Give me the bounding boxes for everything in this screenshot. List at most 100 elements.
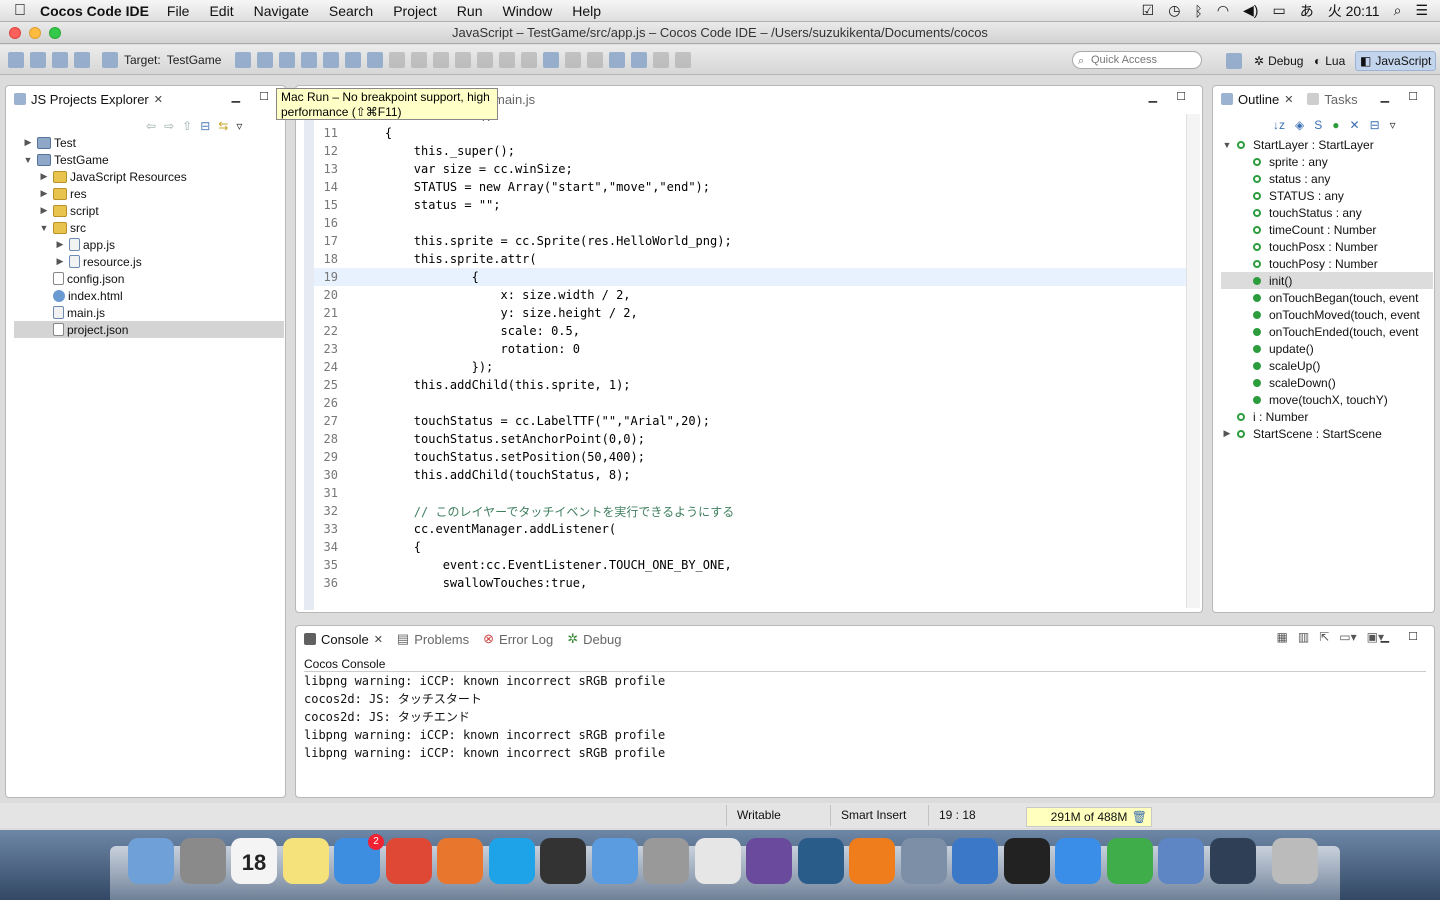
perspective-debug[interactable]: ✲ Debug <box>1250 51 1307 71</box>
print-icon[interactable] <box>74 51 90 68</box>
scroll-lock-icon[interactable]: ▥ <box>1298 630 1309 644</box>
volume-icon[interactable]: ◀) <box>1243 2 1258 19</box>
dock-preview-icon[interactable] <box>1158 838 1204 884</box>
save-all-icon[interactable] <box>52 51 68 68</box>
code-line[interactable]: 12 this._super(); <box>314 142 1194 160</box>
perspective-javascript[interactable]: ◧ JavaScript <box>1355 51 1437 71</box>
tree-item[interactable]: ▶ app.js <box>14 236 284 253</box>
code-line[interactable]: 33 cc.eventManager.addListener( <box>314 520 1194 538</box>
forward-nav-icon[interactable]: ⇨ <box>164 119 174 133</box>
code-line[interactable]: 22 scale: 0.5, <box>314 322 1194 340</box>
outline-item[interactable]: i : Number <box>1221 408 1433 425</box>
menu-edit[interactable]: Edit <box>209 3 233 19</box>
outline-item[interactable]: move(touchX, touchY) <box>1221 391 1433 408</box>
build-icon[interactable] <box>279 51 296 68</box>
hide-fields-icon[interactable]: ◈ <box>1295 118 1304 132</box>
tools-icon[interactable] <box>367 51 384 68</box>
suspend-icon[interactable] <box>477 51 494 68</box>
debug-run-icon[interactable] <box>257 51 274 68</box>
expand-arrow-icon[interactable]: ▶ <box>1221 428 1233 439</box>
outline-item[interactable]: update() <box>1221 340 1433 357</box>
expand-arrow-icon[interactable]: ▶ <box>38 205 50 216</box>
expand-arrow-icon[interactable]: ▼ <box>1221 140 1233 150</box>
runtime-icon[interactable] <box>102 51 118 68</box>
dock-crystal-icon[interactable] <box>900 838 947 884</box>
dock-xcode-instruments-icon[interactable] <box>591 838 638 884</box>
up-nav-icon[interactable]: ⇧ <box>182 119 192 133</box>
dock-skype-icon[interactable] <box>488 838 535 884</box>
expand-arrow-icon[interactable]: ▶ <box>38 188 50 199</box>
tab-console[interactable]: Console ✕ <box>304 632 383 647</box>
code-line[interactable]: 20 x: size.width / 2, <box>314 286 1194 304</box>
input-method-icon[interactable]: あ <box>1300 1 1314 21</box>
tree-item[interactable]: ▶ res <box>14 185 284 202</box>
dock-cocos-ide-icon[interactable] <box>952 838 998 884</box>
code-line[interactable]: 30 this.addChild(touchStatus, 8); <box>314 466 1194 484</box>
outline-min-max[interactable]: ▁ ☐ <box>1381 90 1426 103</box>
code-line[interactable]: 32 // このレイヤーでタッチイベントを実行できるようにする <box>314 502 1194 520</box>
back-icon[interactable] <box>631 51 648 68</box>
clear-console-icon[interactable]: ▦ <box>1277 630 1288 644</box>
outline-item[interactable]: scaleDown() <box>1221 374 1433 391</box>
menu-run[interactable]: Run <box>457 3 483 19</box>
expand-arrow-icon[interactable]: ▶ <box>22 137 34 148</box>
tree-item[interactable]: config.json <box>14 270 284 287</box>
collapse-all-icon[interactable]: ⊟ <box>200 119 210 133</box>
hide-static-icon[interactable]: S <box>1314 118 1322 132</box>
view-menu-icon[interactable]: ▿ <box>236 119 242 133</box>
editor-scrollbar[interactable] <box>1186 114 1200 608</box>
close-icon[interactable]: ✕ <box>154 93 163 106</box>
hide-local-types-icon[interactable]: ✕ <box>1350 118 1360 132</box>
code-line[interactable]: 13 var size = cc.winSize; <box>314 160 1194 178</box>
heap-status[interactable]: 291M of 488M 🗑 <box>1026 807 1152 827</box>
code-line[interactable]: 29 touchStatus.setPosition(50,400); <box>314 448 1194 466</box>
perspective-lua[interactable]: ◐ Lua <box>1310 51 1349 71</box>
dock-sublime-text-icon[interactable] <box>849 838 895 884</box>
outline-item[interactable]: scaleUp() <box>1221 357 1433 374</box>
tree-item[interactable]: ▼ TestGame <box>14 151 284 168</box>
outline-item[interactable]: ▶ StartScene : StartScene <box>1221 425 1433 442</box>
menu-project[interactable]: Project <box>393 3 437 19</box>
outline-item[interactable]: status : any <box>1221 170 1433 187</box>
code-line[interactable]: 16 <box>314 214 1194 232</box>
console-min-max[interactable]: ▁ ☐ <box>1381 630 1426 643</box>
minimize-window-button[interactable] <box>29 27 41 39</box>
time-machine-icon[interactable]: ◷ <box>1168 2 1180 19</box>
dock-stickies-icon[interactable] <box>282 838 329 884</box>
editor-min-max[interactable]: ▁ ☐ <box>1149 90 1194 103</box>
code-line[interactable]: 28 touchStatus.setAnchorPoint(0,0); <box>314 430 1194 448</box>
dock-terminal-icon[interactable] <box>1003 838 1050 884</box>
code-line[interactable]: 15 status = ""; <box>314 196 1194 214</box>
step-into-icon[interactable] <box>389 51 406 68</box>
outline-item[interactable]: sprite : any <box>1221 153 1433 170</box>
open-perspective-button[interactable] <box>1222 51 1246 71</box>
code-line[interactable]: 11 { <box>314 124 1194 142</box>
outline-item[interactable]: ▼ StartLayer : StartLayer <box>1221 136 1433 153</box>
tree-item[interactable]: main.js <box>14 304 284 321</box>
code-line[interactable]: 21 y: size.height / 2, <box>314 304 1194 322</box>
quick-access-input[interactable]: ⌕ Quick Access <box>1072 51 1202 69</box>
close-window-button[interactable] <box>9 27 21 39</box>
pin-icon[interactable] <box>675 51 692 68</box>
code-line[interactable]: 34 { <box>314 538 1194 556</box>
terminate-icon[interactable] <box>499 51 516 68</box>
app-name-menu[interactable]: Cocos Code IDE <box>40 3 149 19</box>
disconnect-icon[interactable] <box>521 51 538 68</box>
tree-item[interactable]: ▶ script <box>14 202 284 219</box>
menu-navigate[interactable]: Navigate <box>254 3 309 19</box>
dock-calendar-icon[interactable]: 18 <box>231 838 277 884</box>
outline-item[interactable]: touchPosx : Number <box>1221 238 1433 255</box>
code-line[interactable]: 19 { <box>314 268 1194 286</box>
dock-app-store-icon[interactable]: 2 <box>334 834 384 884</box>
step-over-icon[interactable] <box>411 51 428 68</box>
resume-icon[interactable] <box>455 51 472 68</box>
spotlight-search-icon[interactable]: ⌕ <box>1394 2 1402 19</box>
tree-item[interactable]: index.html <box>14 287 284 304</box>
code-area[interactable]: 10⊖ init:function()11 {12 this._super();… <box>304 114 1194 610</box>
code-line[interactable]: 17 this.sprite = cc.Sprite(res.HelloWorl… <box>314 232 1194 250</box>
menu-file[interactable]: File <box>167 3 190 19</box>
notification-center-icon[interactable]: ☰ <box>1415 2 1428 19</box>
code-line[interactable]: 35 event:cc.EventListener.TOUCH_ONE_BY_O… <box>314 556 1194 574</box>
close-icon[interactable]: ✕ <box>374 633 383 646</box>
expand-arrow-icon[interactable]: ▶ <box>38 171 50 182</box>
